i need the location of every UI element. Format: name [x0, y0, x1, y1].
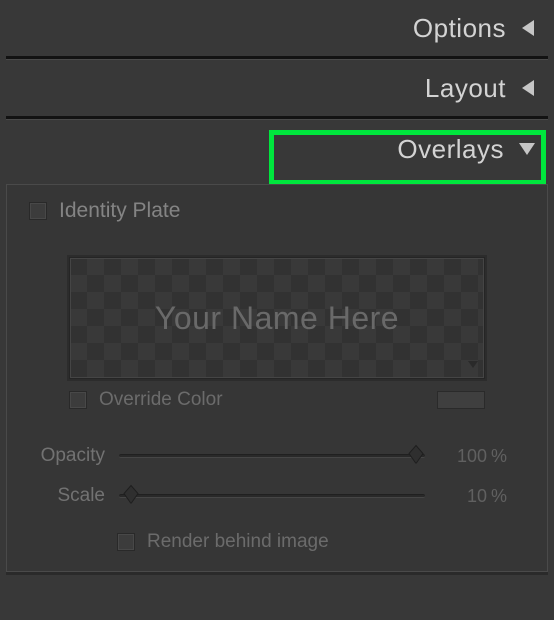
options-panel-label: Options — [413, 13, 506, 44]
overlays-panel-body: Identity Plate Your Name Here Override C… — [6, 184, 548, 571]
collapse-left-icon — [520, 19, 536, 37]
render-behind-row: Render behind image — [7, 525, 547, 571]
scale-unit: % — [487, 486, 511, 507]
collapse-left-icon — [520, 79, 536, 97]
render-behind-checkbox[interactable] — [117, 533, 135, 551]
scale-label: Scale — [23, 485, 119, 507]
identity-plate-placeholder: Your Name Here — [155, 300, 399, 337]
panel-divider — [6, 571, 548, 575]
overlays-panel-header[interactable]: Overlays — [0, 120, 554, 178]
identity-plate-row: Identity Plate — [7, 185, 547, 237]
opacity-unit: % — [487, 446, 511, 467]
dropdown-icon — [468, 356, 478, 374]
scale-slider-row: Scale 10 % — [23, 485, 511, 507]
overlays-panel-label: Overlays — [397, 134, 504, 165]
opacity-slider[interactable] — [119, 446, 425, 466]
identity-plate-checkbox[interactable] — [29, 202, 47, 220]
layout-panel-label: Layout — [425, 73, 506, 104]
slider-group: Opacity 100 % Scale — [7, 445, 547, 507]
override-color-checkbox[interactable] — [69, 391, 87, 409]
scale-value[interactable]: 10 — [425, 486, 487, 507]
opacity-label: Opacity — [23, 445, 119, 467]
expand-down-icon — [518, 141, 536, 157]
identity-plate-preview[interactable]: Your Name Here — [69, 257, 485, 379]
override-color-label: Override Color — [99, 389, 425, 411]
render-behind-label: Render behind image — [147, 531, 329, 553]
opacity-value[interactable]: 100 — [425, 446, 487, 467]
override-color-swatch[interactable] — [437, 391, 485, 409]
opacity-slider-row: Opacity 100 % — [23, 445, 511, 467]
scale-slider[interactable] — [119, 486, 425, 506]
override-color-row: Override Color — [69, 389, 485, 411]
layout-panel-header[interactable]: Layout — [0, 60, 554, 116]
identity-plate-label: Identity Plate — [59, 199, 180, 223]
options-panel-header[interactable]: Options — [0, 0, 554, 56]
